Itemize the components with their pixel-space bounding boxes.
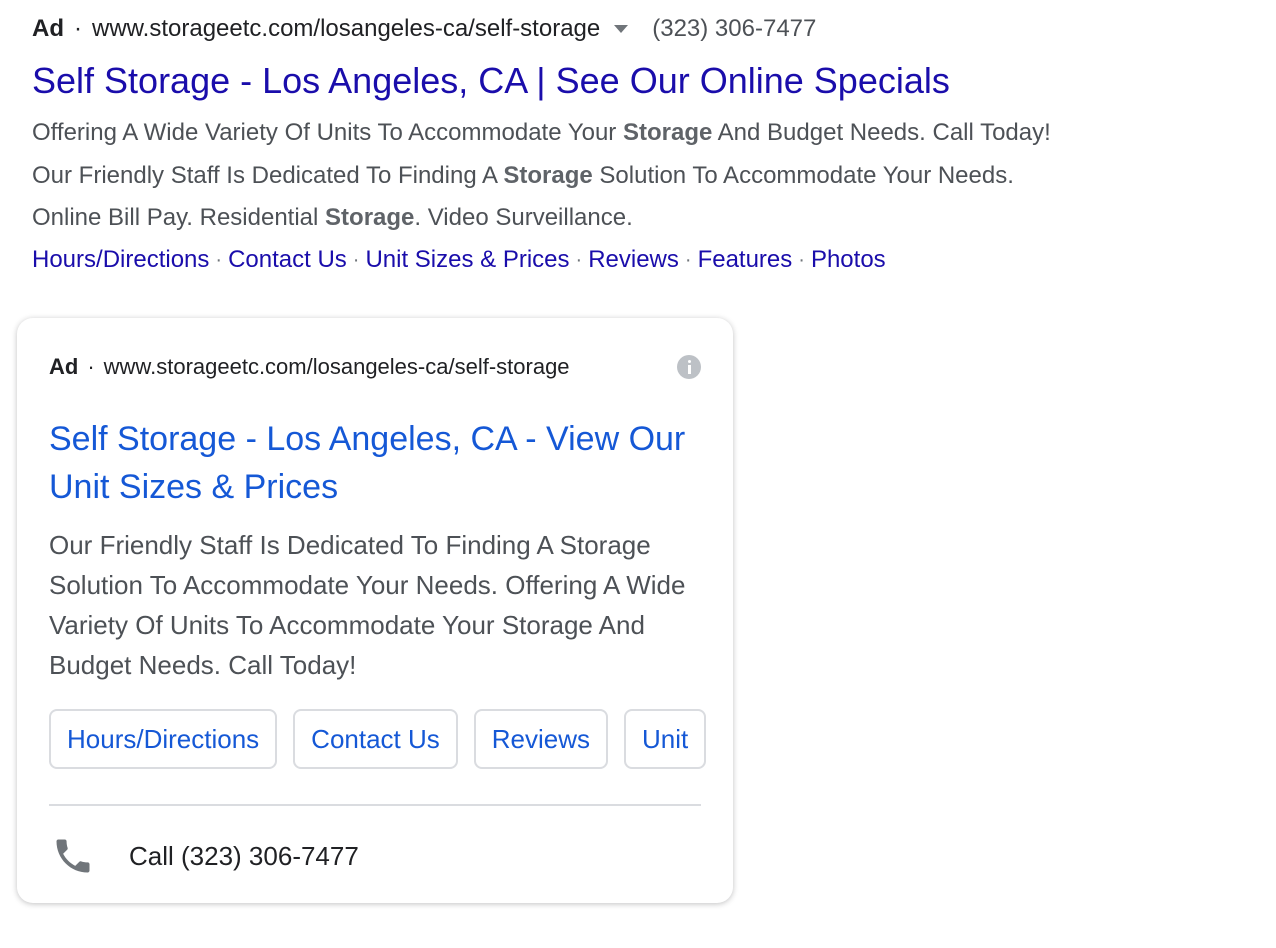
- divider: [49, 804, 701, 806]
- sitelink-chips: Hours/Directions Contact Us Reviews Unit: [49, 709, 707, 773]
- sitelink-separator: ·: [798, 248, 805, 271]
- chip-contact-us[interactable]: Contact Us: [293, 709, 458, 769]
- separator-dot: ·: [87, 354, 95, 379]
- description-line-1: Offering A Wide Variety Of Units To Acco…: [32, 119, 1051, 146]
- ad-badge: Ad: [32, 15, 64, 42]
- dropdown-caret-icon[interactable]: [614, 25, 629, 33]
- sitelink-contact-us[interactable]: Contact Us: [228, 246, 347, 274]
- phone-icon: [56, 839, 90, 873]
- call-label: Call (323) 306-7477: [129, 840, 359, 871]
- chip-reviews[interactable]: Reviews: [473, 709, 609, 769]
- sitelink-separator: ·: [352, 248, 360, 271]
- description-line-2: Our Friendly Staff Is Dedicated To Findi…: [32, 161, 1014, 189]
- sitelink-unit-sizes-prices[interactable]: Unit Sizes & Prices: [365, 246, 569, 274]
- sitelink-reviews[interactable]: Reviews: [588, 246, 679, 274]
- ad-display-line: Ad · www.storageetc.com/losangeles-ca/se…: [32, 12, 816, 46]
- chip-unit[interactable]: Unit: [624, 709, 707, 769]
- call-button[interactable]: Call (323) 306-7477: [49, 828, 709, 884]
- desktop-search-ad: Ad · www.storageetc.com/losangeles-ca/se…: [32, 0, 1252, 290]
- sitelink-features[interactable]: Features: [698, 246, 793, 274]
- display-url[interactable]: www.storageetc.com/losangeles-ca/self-st…: [104, 354, 570, 380]
- phone-number[interactable]: (323) 306-7477: [652, 15, 816, 43]
- description-line-3: Online Bill Pay. Residential Storage. Vi…: [32, 204, 633, 231]
- ad-headline-link[interactable]: Self Storage - Los Angeles, CA - View Ou…: [49, 415, 689, 511]
- ad-badge: Ad: [49, 354, 79, 379]
- ad-display-line: Ad · www.storageetc.com/losangeles-ca/se…: [49, 352, 570, 382]
- ad-description: Our Friendly Staff Is Dedicated To Findi…: [49, 530, 686, 680]
- sitelinks: Hours/Directions · Contact Us · Unit Siz…: [32, 240, 886, 280]
- sitelink-separator: ·: [215, 248, 223, 271]
- info-icon[interactable]: [677, 355, 701, 379]
- sitelink-hours-directions[interactable]: Hours/Directions: [32, 246, 209, 274]
- mobile-ad-card: Ad · www.storageetc.com/losangeles-ca/se…: [17, 318, 733, 903]
- chip-hours-directions[interactable]: Hours/Directions: [49, 709, 278, 769]
- sitelink-photos[interactable]: Photos: [811, 246, 886, 274]
- display-url[interactable]: www.storageetc.com/losangeles-ca/self-st…: [92, 15, 600, 43]
- ad-description: Offering A Wide Variety Of Units To Acco…: [32, 112, 1232, 240]
- ad-headline-link[interactable]: Self Storage - Los Angeles, CA | See Our…: [32, 58, 950, 104]
- sitelink-separator: ·: [575, 248, 583, 271]
- sitelink-separator: ·: [684, 248, 692, 271]
- separator-dot: ·: [74, 15, 82, 42]
